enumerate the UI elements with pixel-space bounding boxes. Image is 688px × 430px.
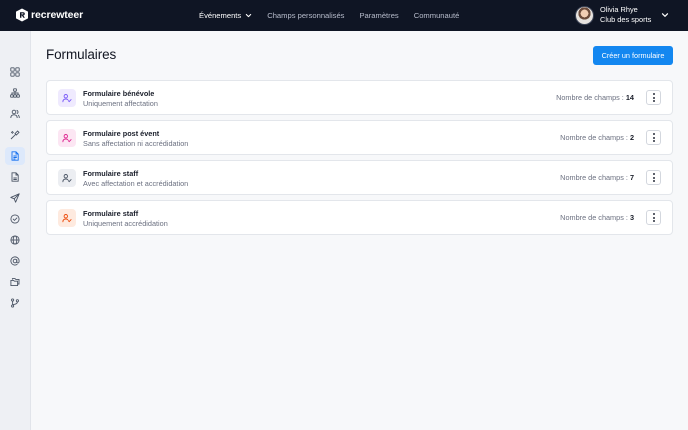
form-card[interactable]: Formulaire post évent Sans affectation n… xyxy=(46,120,673,155)
field-count-label: Nombre de champs : xyxy=(560,133,628,142)
sidebar xyxy=(0,31,31,430)
form-title: Formulaire post évent xyxy=(83,129,160,138)
chevron-down-icon xyxy=(246,13,252,18)
sidebar-item-branch[interactable] xyxy=(5,294,25,312)
field-count: Nombre de champs : 3 xyxy=(560,213,634,222)
form-icon-badge xyxy=(58,89,76,107)
user-check-icon xyxy=(62,134,72,143)
form-title: Formulaire staff xyxy=(83,169,139,178)
user-check-icon xyxy=(62,214,72,223)
sidebar-item-forms[interactable] xyxy=(5,147,25,165)
globe-icon xyxy=(10,235,20,245)
form-card[interactable]: Formulaire staff Uniquement accrédidatio… xyxy=(46,200,673,235)
check-circle-icon xyxy=(10,214,20,224)
tools-icon xyxy=(10,130,20,140)
folders-icon xyxy=(10,278,20,287)
field-count: Nombre de champs : 7 xyxy=(560,173,634,182)
form-icon-badge xyxy=(58,209,76,227)
user-check-icon xyxy=(62,94,72,103)
sidebar-item-check[interactable] xyxy=(5,210,25,228)
sidebar-item-hierarchy[interactable] xyxy=(5,84,25,102)
chevron-down-icon[interactable] xyxy=(661,11,669,19)
page-title: Formulaires xyxy=(46,47,117,62)
dashboard-grid-icon xyxy=(10,67,20,77)
form-icon-badge xyxy=(58,169,76,187)
field-count: Nombre de champs : 14 xyxy=(556,93,634,102)
user-menu[interactable]: Olivia Rhye Club des sports xyxy=(575,5,669,25)
sidebar-item-at[interactable] xyxy=(5,252,25,270)
user-club: Club des sports xyxy=(600,15,652,24)
user-info: Olivia Rhye Club des sports xyxy=(600,5,651,25)
form-subtitle: Uniquement affectation xyxy=(83,99,158,108)
nav-item-label: Champs personnalisés xyxy=(267,11,345,20)
sidebar-item-tools[interactable] xyxy=(5,126,25,144)
field-count-value: 2 xyxy=(629,133,634,142)
field-count: Nombre de champs : 2 xyxy=(560,133,634,142)
sidebar-item-folders[interactable] xyxy=(5,273,25,291)
field-count-label: Nombre de champs : xyxy=(556,93,624,102)
sidebar-item-file[interactable] xyxy=(5,168,25,186)
document-icon xyxy=(11,151,19,161)
sidebar-item-globe[interactable] xyxy=(5,231,25,249)
send-icon xyxy=(10,193,20,203)
file-text-icon xyxy=(11,172,19,182)
more-options-button[interactable] xyxy=(646,210,661,225)
nav-item-parametres[interactable]: Paramètres xyxy=(359,11,398,20)
field-count-value: 14 xyxy=(625,93,634,102)
form-subtitle: Uniquement accrédidation xyxy=(83,219,168,228)
brand-name: recrewteer xyxy=(31,9,84,21)
git-branch-icon xyxy=(11,298,19,308)
nav-item-evenements[interactable]: Événements xyxy=(199,11,252,20)
more-options-button[interactable] xyxy=(646,170,661,185)
more-options-button[interactable] xyxy=(646,130,661,145)
form-subtitle: Sans affectation ni accrédidation xyxy=(83,139,189,148)
field-count-label: Nombre de champs : xyxy=(560,173,628,182)
user-check-icon xyxy=(62,174,72,183)
field-count-value: 3 xyxy=(629,213,634,222)
nav-item-champs-personnalises[interactable]: Champs personnalisés xyxy=(267,11,344,20)
at-sign-icon xyxy=(10,256,20,266)
create-form-button[interactable]: Créer un formulaire xyxy=(593,46,673,65)
form-title: Formulaire staff xyxy=(83,209,139,218)
sidebar-item-send[interactable] xyxy=(5,189,25,207)
field-count-label: Nombre de champs : xyxy=(560,213,628,222)
form-title: Formulaire bénévole xyxy=(83,89,155,98)
user-name: Olivia Rhye xyxy=(600,5,638,14)
main-nav: Événements Champs personnalisés Paramètr… xyxy=(199,0,474,31)
form-subtitle: Avec affectation et accrédidation xyxy=(83,179,189,188)
nav-item-label: Paramètres xyxy=(359,11,399,20)
form-card[interactable]: Formulaire staff Avec affectation et acc… xyxy=(46,160,673,195)
nav-item-label: Événements xyxy=(199,11,242,20)
logo-icon xyxy=(16,8,28,22)
top-navigation-bar: recrewteer Événements Champs personnalis… xyxy=(0,0,688,31)
more-options-button[interactable] xyxy=(646,90,661,105)
form-icon-badge xyxy=(58,129,76,147)
hierarchy-icon xyxy=(10,88,20,98)
brand-logo[interactable]: recrewteer xyxy=(15,8,83,22)
nav-item-communaute[interactable]: Communauté xyxy=(414,11,460,20)
sidebar-item-dashboard[interactable] xyxy=(5,63,25,81)
form-card[interactable]: Formulaire bénévole Uniquement affectati… xyxy=(46,80,673,115)
field-count-value: 7 xyxy=(629,173,634,182)
nav-item-label: Communauté xyxy=(413,11,460,20)
avatar xyxy=(575,5,594,25)
sidebar-item-users[interactable] xyxy=(5,105,25,123)
users-icon xyxy=(10,109,20,119)
